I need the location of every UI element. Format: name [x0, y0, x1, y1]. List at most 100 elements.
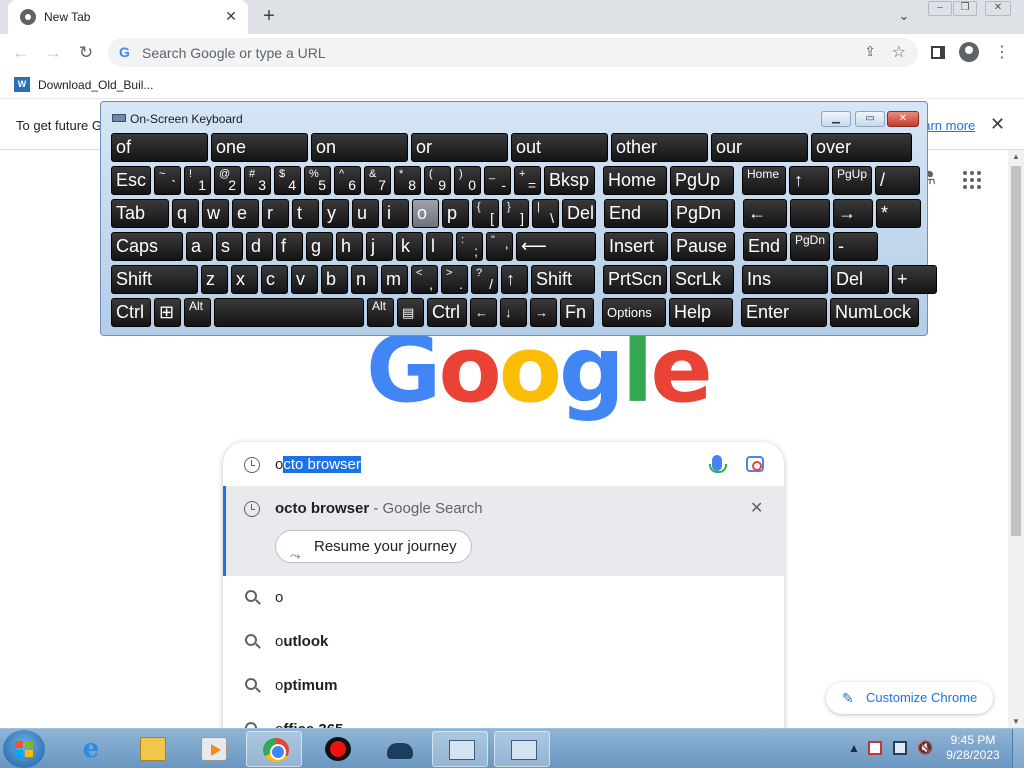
osk-key-t[interactable]: t	[292, 199, 319, 228]
osk-key-x[interactable]: x	[231, 265, 258, 294]
osk-key-ctrl[interactable]: Ctrl	[427, 298, 467, 327]
osk-key-pause[interactable]: Pause	[671, 232, 735, 261]
system-clock[interactable]: 9:45 PM 9/28/2023	[940, 733, 1006, 763]
osk-key-pgup[interactable]: PgUp	[832, 166, 872, 195]
osk-key-home[interactable]: Home	[603, 166, 667, 195]
osk-key-i[interactable]: i	[382, 199, 409, 228]
osk-key-←[interactable]: ←	[470, 298, 497, 327]
window-close-button[interactable]: ✕	[985, 1, 1011, 16]
osk-key-g[interactable]: g	[306, 232, 333, 261]
profile-avatar-icon[interactable]	[958, 42, 980, 64]
tray-expand-icon[interactable]: ▲	[848, 741, 860, 755]
google-apps-icon[interactable]	[963, 171, 981, 189]
omnibox[interactable]: G Search Google or type a URL ⇪ ☆	[108, 38, 918, 67]
osk-key-q[interactable]: q	[172, 199, 199, 228]
osk-key-+[interactable]: +	[892, 265, 937, 294]
osk-key-caps[interactable]: Caps	[111, 232, 183, 261]
osk-key-3[interactable]: #3	[244, 166, 271, 195]
back-arrow-icon[interactable]: ←	[10, 42, 32, 64]
osk-key-;[interactable]: :;	[456, 232, 483, 261]
osk-key-/[interactable]: ? /	[471, 265, 498, 294]
osk-key-=[interactable]: + =	[514, 166, 541, 195]
osk-key-pgdn[interactable]: PgDn	[671, 199, 735, 228]
osk-key-1[interactable]: ! 1	[184, 166, 211, 195]
osk-key-p[interactable]: p	[442, 199, 469, 228]
info-bar-close-icon[interactable]: ✕	[990, 114, 1005, 135]
osk-key-scrlk[interactable]: ScrLk	[670, 265, 734, 294]
osk-key-help[interactable]: Help	[669, 298, 733, 327]
osk-key-d[interactable]: d	[246, 232, 273, 261]
microphone-icon[interactable]	[709, 455, 727, 473]
screen-recorder-icon[interactable]	[309, 731, 365, 767]
kebab-menu-icon[interactable]: ⋮	[991, 42, 1013, 64]
osk-key-over[interactable]: over	[811, 133, 912, 162]
osk-key-s[interactable]: s	[216, 232, 243, 261]
osk-key-▤[interactable]: ▤	[397, 298, 424, 327]
osk-key-9[interactable]: (9	[424, 166, 451, 195]
control-panel-icon[interactable]	[432, 731, 488, 767]
osk-key-u[interactable]: u	[352, 199, 379, 228]
osk-key--[interactable]: _ -	[484, 166, 511, 195]
osk-key-prtscn[interactable]: PrtScn	[603, 265, 667, 294]
osk-key-'[interactable]: " '	[486, 232, 513, 261]
osk-key-end[interactable]: End	[743, 232, 787, 261]
osk-key-del[interactable]: Del	[831, 265, 889, 294]
osk-key--[interactable]: -	[833, 232, 878, 261]
forward-arrow-icon[interactable]: →	[42, 42, 64, 64]
osk-key-↑[interactable]: ↑	[789, 166, 829, 195]
scroll-up-arrow-icon[interactable]: ▲	[1012, 152, 1020, 161]
google-lens-icon[interactable]	[746, 456, 764, 472]
osk-key-`[interactable]: ~ `	[154, 166, 181, 195]
osk-key-one[interactable]: one	[211, 133, 308, 162]
osk-key-e[interactable]: e	[232, 199, 259, 228]
osk-key-or[interactable]: or	[411, 133, 508, 162]
osk-key-f[interactable]: f	[276, 232, 303, 261]
osk-key-tab[interactable]: Tab	[111, 199, 169, 228]
osk-key-→[interactable]: →	[530, 298, 557, 327]
osk-key-/[interactable]: /	[875, 166, 920, 195]
bookmark-star-icon[interactable]: ☆	[892, 42, 906, 62]
osk-key-r[interactable]: r	[262, 199, 289, 228]
resume-journey-chip[interactable]: ⤳ Resume your journey	[275, 530, 472, 563]
osk-key-end[interactable]: End	[604, 199, 668, 228]
start-button[interactable]	[3, 730, 45, 768]
osk-key-,[interactable]: <,	[411, 265, 438, 294]
internet-explorer-icon[interactable]: e	[62, 731, 118, 767]
osk-key-space[interactable]	[214, 298, 364, 327]
osk-key-numlock[interactable]: NumLock	[830, 298, 919, 327]
osk-key-of[interactable]: of	[111, 133, 208, 162]
suggestion-selected[interactable]: octo browser - Google Search ✕ ⤳ Resume …	[223, 486, 784, 576]
osk-key-options[interactable]: Options	[602, 298, 666, 327]
osk-key-m[interactable]: m	[381, 265, 408, 294]
osk-key-o[interactable]: o	[412, 199, 439, 228]
osk-key-blank[interactable]	[790, 199, 830, 228]
chrome-taskbar-icon[interactable]	[246, 731, 302, 767]
osk-key-][interactable]: }]	[502, 199, 529, 228]
new-tab-button[interactable]: +	[258, 6, 280, 28]
osk-key-*[interactable]: *	[876, 199, 921, 228]
osk-key-h[interactable]: h	[336, 232, 363, 261]
osk-key-⟵[interactable]: ⟵	[516, 232, 596, 261]
tab-search-chevron-icon[interactable]: ⌄	[895, 8, 913, 26]
scroll-down-arrow-icon[interactable]: ▼	[1012, 717, 1020, 726]
osk-key-on[interactable]: on	[311, 133, 408, 162]
page-scrollbar[interactable]: ▲ ▼	[1008, 150, 1024, 728]
osk-key-pgdn[interactable]: PgDn	[790, 232, 830, 261]
osk-key-other[interactable]: other	[611, 133, 708, 162]
show-desktop-button[interactable]	[1012, 729, 1024, 768]
osk-key-b[interactable]: b	[321, 265, 348, 294]
customize-chrome-button[interactable]: ✎ Customize Chrome	[826, 682, 994, 714]
osk-key-alt[interactable]: Alt	[367, 298, 394, 327]
osk-key-insert[interactable]: Insert	[604, 232, 668, 261]
media-player-icon[interactable]	[185, 731, 241, 767]
action-center-icon[interactable]	[868, 741, 882, 755]
osk-key-v[interactable]: v	[291, 265, 318, 294]
osk-key-4[interactable]: $4	[274, 166, 301, 195]
osk-key-c[interactable]: c	[261, 265, 288, 294]
osk-key-pgup[interactable]: PgUp	[670, 166, 734, 195]
reload-icon[interactable]: ↻	[75, 42, 97, 64]
osk-key-enter[interactable]: Enter	[741, 298, 827, 327]
osk-key-w[interactable]: w	[202, 199, 229, 228]
osk-key-j[interactable]: j	[366, 232, 393, 261]
osk-key-ins[interactable]: Ins	[742, 265, 828, 294]
